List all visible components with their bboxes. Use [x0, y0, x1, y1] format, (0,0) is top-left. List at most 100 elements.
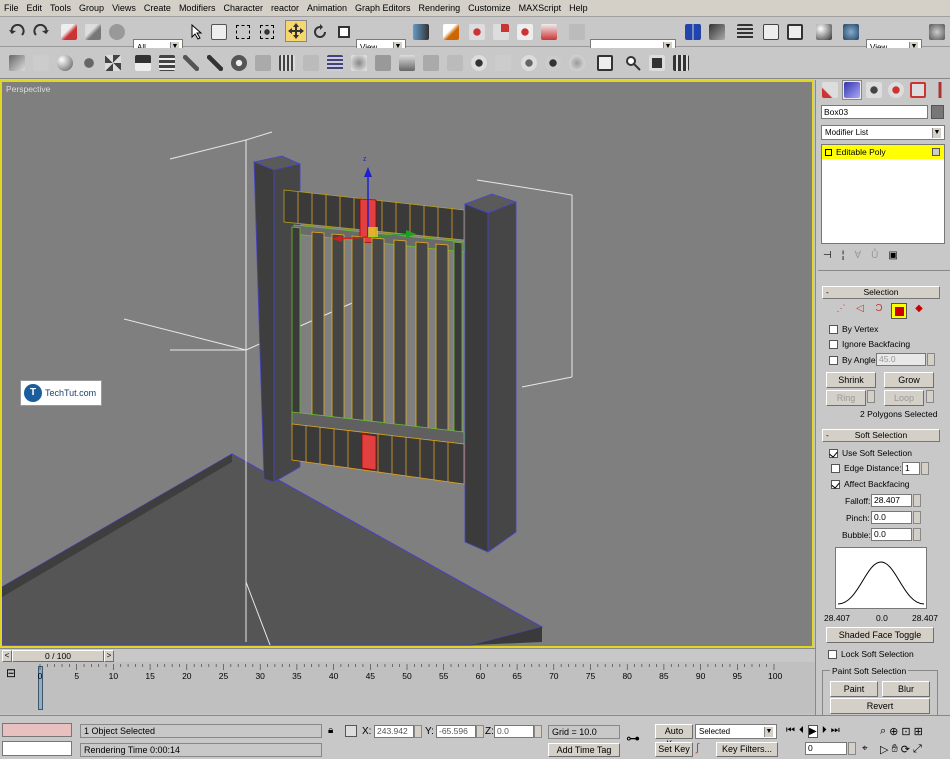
bubble-arrows[interactable] [913, 528, 921, 541]
modify-tab-icon[interactable] [842, 80, 862, 100]
loop-button[interactable]: Loop [884, 390, 924, 406]
pinch-spinner[interactable]: 0.0 [871, 511, 912, 524]
utilities-tab-icon[interactable] [930, 80, 950, 100]
configure-modifiers-icon[interactable]: ▣ [888, 250, 897, 266]
spinner-snap-icon[interactable] [538, 21, 560, 43]
render-scene-icon[interactable] [840, 21, 862, 43]
previous-frame-icon[interactable]: ⏴︎ [799, 725, 804, 738]
shrink-button[interactable]: Shrink [826, 372, 876, 388]
menu-help[interactable]: Help [565, 0, 592, 17]
menu-create[interactable]: Create [140, 0, 175, 17]
schematic-view-icon[interactable] [784, 21, 806, 43]
material-editor-icon[interactable] [813, 21, 835, 43]
element-icon[interactable]: ◆ [912, 303, 926, 317]
rope-icon[interactable] [444, 52, 466, 74]
maxscript-input[interactable] [2, 741, 72, 756]
film-icon[interactable] [670, 52, 692, 74]
ring-button[interactable]: Ring [826, 390, 866, 406]
rect-selection-icon[interactable] [232, 21, 254, 43]
perspective-viewport[interactable]: Perspective z T TechTut.com [0, 80, 814, 648]
edge-distance-checkbox[interactable]: Edge Distance: [831, 463, 902, 474]
menu-edit[interactable]: Edit [23, 0, 47, 17]
make-unique-icon[interactable]: ∀ [854, 250, 861, 266]
x-coord-field[interactable]: 243.942 [374, 725, 414, 738]
edge-distance-spinner[interactable]: 1 [902, 462, 920, 475]
spring-constraint-icon[interactable] [420, 52, 442, 74]
undo-icon[interactable] [6, 21, 28, 43]
time-slider-track[interactable]: < 0 / 100 > [0, 648, 815, 662]
edge-distance-arrows[interactable] [921, 462, 929, 475]
border-icon[interactable]: Ɔ [872, 303, 886, 317]
lock-soft-selection-checkbox[interactable]: Lock Soft Selection [828, 649, 914, 660]
vertex-icon[interactable]: ⋰ [834, 303, 848, 317]
angular-dashpot-icon[interactable] [492, 52, 514, 74]
motor-icon[interactable] [300, 52, 322, 74]
polygon-icon[interactable] [891, 303, 907, 319]
bone-icon[interactable] [180, 52, 202, 74]
select-and-rotate-icon[interactable] [309, 21, 331, 43]
ring-spinner-arrows[interactable] [867, 390, 875, 403]
menu-file[interactable]: File [0, 0, 23, 17]
loop-spinner-arrows[interactable] [926, 390, 934, 403]
trackbar[interactable]: ⊟ 0 5 10 15 20 25 30 35 40 45 50 55 60 65 70 75 80 85 90 95… [0, 662, 815, 714]
property-editor-icon[interactable] [594, 52, 616, 74]
pin-stack-icon[interactable]: ⊣ [823, 250, 832, 266]
edge-icon[interactable]: ◁ [853, 303, 867, 317]
analyze-world-icon[interactable] [518, 52, 540, 74]
paint-button[interactable]: Paint [830, 681, 878, 697]
align-icon[interactable] [706, 21, 728, 43]
mirror-icon[interactable] [682, 21, 704, 43]
object-color-swatch[interactable] [931, 105, 944, 119]
select-and-move-icon[interactable] [285, 20, 307, 42]
create-animation-icon[interactable] [566, 52, 588, 74]
zoom-all-icon[interactable]: ⊕ [889, 725, 898, 738]
object-name-field[interactable]: Box03 [821, 105, 928, 119]
menu-group[interactable]: Group [75, 0, 108, 17]
bind-spacewarp-icon[interactable] [106, 21, 128, 43]
y-coord-field[interactable]: -65.596 [436, 725, 476, 738]
spring-icon[interactable] [276, 52, 298, 74]
curve-editor-icon[interactable] [760, 21, 782, 43]
prev-frame-button[interactable]: < [2, 650, 12, 662]
menu-customize[interactable]: Customize [464, 0, 515, 17]
selection-rollout-header[interactable]: - Selection [822, 286, 940, 299]
modifier-list-dropdown[interactable]: Modifier List ▼ [821, 125, 945, 140]
pinch-arrows[interactable] [913, 511, 921, 524]
ignore-backfacing-checkbox[interactable]: Ignore Backfacing [829, 339, 910, 350]
pipe-icon[interactable] [132, 52, 154, 74]
set-key-button[interactable]: Set Key [655, 742, 693, 757]
menu-animation[interactable]: Animation [303, 0, 351, 17]
maxscript-listener[interactable] [2, 723, 72, 737]
zoom-extents-all-icon[interactable]: ⊞ [914, 725, 923, 738]
expand-icon[interactable] [825, 148, 832, 156]
create-shape-icon[interactable] [30, 52, 52, 74]
default-tangents-icon[interactable]: ∫ [696, 742, 712, 757]
select-and-link-icon[interactable] [58, 21, 80, 43]
layers-icon[interactable] [156, 52, 178, 74]
x-coord-arrows[interactable] [414, 725, 422, 738]
select-and-scale-icon[interactable] [333, 21, 355, 43]
maximize-viewport-icon[interactable]: ⤢ [913, 743, 922, 756]
go-to-end-icon[interactable]: ⏭︎ [831, 725, 840, 738]
percent-snap-icon[interactable] [514, 21, 536, 43]
z-coord-field[interactable]: 0.0 [494, 725, 534, 738]
create-box-icon[interactable] [6, 52, 28, 74]
wrench-icon[interactable] [204, 52, 226, 74]
blur-button[interactable]: Blur [882, 681, 930, 697]
field-of-view-icon[interactable]: ▷ [880, 743, 888, 756]
falloff-arrows[interactable] [913, 494, 921, 507]
menu-rendering[interactable]: Rendering [415, 0, 465, 17]
next-frame-icon[interactable]: ⏵︎ [822, 725, 827, 738]
revert-button[interactable]: Revert [830, 698, 930, 714]
play-icon[interactable]: ▶ [808, 725, 818, 738]
selection-set-dropdown[interactable]: Selected ▼ [695, 724, 777, 739]
remove-modifier-icon[interactable]: Ů [871, 250, 878, 266]
camera-icon[interactable] [646, 52, 668, 74]
menu-views[interactable]: Views [108, 0, 140, 17]
select-object-icon[interactable] [186, 21, 208, 43]
shaded-face-toggle-button[interactable]: Shaded Face Toggle [826, 627, 934, 643]
go-to-start-icon[interactable]: ⏮︎ [786, 725, 795, 738]
bubble-spinner[interactable]: 0.0 [871, 528, 912, 541]
wind-icon[interactable] [348, 52, 370, 74]
toy-car-icon[interactable] [372, 52, 394, 74]
